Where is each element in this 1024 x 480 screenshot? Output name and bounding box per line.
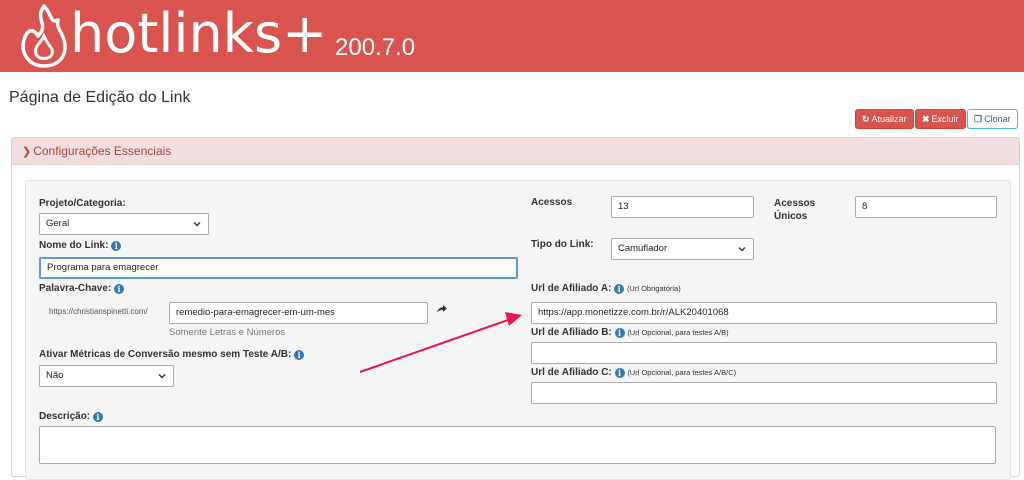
info-icon: i — [614, 368, 625, 378]
metrics-select[interactable]: Não — [39, 365, 174, 387]
link-type-label: Tipo do Link: — [531, 239, 594, 250]
metrics-label-text: Ativar Métricas de Conversão mesmo sem T… — [39, 349, 292, 360]
affiliate-c-input[interactable] — [531, 382, 997, 404]
domain-prefix: https://christianspinetti.com/ — [49, 307, 148, 316]
chevron-down-icon: ❯ — [22, 146, 32, 158]
info-icon: i — [614, 328, 625, 338]
clone-button[interactable]: ❐ Clonar — [967, 109, 1018, 129]
project-label: Projeto/Categoria: — [39, 198, 126, 209]
info-icon: i — [92, 412, 103, 422]
share-arrow-icon[interactable] — [436, 304, 448, 314]
keyword-input-value: remedio-para-emagrecer-em-um-mes — [176, 307, 335, 318]
delete-button-label: Excluir — [931, 114, 959, 124]
accesses-field: 13 — [611, 196, 754, 218]
panel-heading-label: Configurações Essenciais — [33, 144, 172, 158]
metrics-select-value: Não — [46, 370, 64, 381]
affiliate-c-label-text: Url de Afiliado C: — [531, 367, 612, 378]
affiliate-c-label: Url de Afiliado C: i (Url Opcional, para… — [531, 367, 736, 378]
page-title: Página de Edição do Link — [9, 89, 191, 106]
chevron-down-icon — [158, 374, 166, 379]
clone-button-label: Clonar — [984, 114, 1011, 124]
description-label-text: Descrição: — [39, 411, 91, 422]
chevron-down-icon — [738, 247, 746, 252]
logo-text: hotlinks+ — [70, 2, 328, 65]
unique-accesses-field: 8 — [855, 196, 997, 218]
link-name-input[interactable]: Programa para emagrecer — [39, 257, 518, 279]
update-button[interactable]: ↻ Atualizar — [855, 109, 914, 129]
accesses-value: 13 — [618, 201, 629, 212]
link-name-label-text: Nome do Link: — [39, 240, 109, 251]
unique-accesses-label-line2: Únicos — [774, 211, 808, 222]
essential-settings-panel: ❯ Configurações Essenciais Projeto/Catego… — [11, 137, 1020, 480]
unique-accesses-label-line1: Acessos — [774, 198, 816, 209]
affiliate-a-input-value: https://app.monetizze.com.br/r/ALK204010… — [538, 307, 729, 318]
affiliate-a-input[interactable]: https://app.monetizze.com.br/r/ALK204010… — [531, 302, 997, 324]
affiliate-a-label: Url de Afiliado A: i (Url Obrigatória) — [531, 283, 681, 294]
info-icon: i — [111, 241, 122, 251]
link-name-label: Nome do Link: i — [39, 240, 122, 251]
link-type-select-value: Camuflador — [618, 243, 668, 254]
unique-accesses-label: Acessos Únicos — [774, 197, 815, 223]
project-select[interactable]: Geral — [39, 213, 209, 235]
description-textarea[interactable] — [39, 426, 996, 464]
project-select-value: Geral — [46, 218, 70, 229]
delete-button[interactable]: ✖ Excluir — [915, 109, 966, 129]
unique-accesses-value: 8 — [862, 201, 868, 212]
keyword-label-text: Palavra-Chave: — [39, 283, 112, 294]
refresh-icon: ↻ — [862, 114, 870, 124]
app-version: 200.7.0 — [335, 34, 416, 61]
flame-logo-icon — [21, 4, 67, 68]
settings-form: Projeto/Categoria: Geral Nome do Link: i… — [25, 180, 1011, 480]
affiliate-a-note: (Url Obrigatória) — [626, 284, 681, 293]
chevron-down-icon — [193, 222, 201, 227]
app-header: hotlinks+ 200.7.0 — [0, 0, 1024, 72]
metrics-label: Ativar Métricas de Conversão mesmo sem T… — [39, 349, 305, 360]
keyword-label: Palavra-Chave: i — [39, 283, 125, 294]
affiliate-b-input[interactable] — [531, 342, 997, 364]
info-icon: i — [294, 350, 305, 360]
affiliate-b-label: Url de Afiliado B: i (Url Opcional, para… — [531, 327, 729, 338]
affiliate-b-label-text: Url de Afiliado B: — [531, 327, 612, 338]
affiliate-c-note: (Url Opcional, para testes A/B/C) — [627, 368, 737, 377]
keyword-help-text: Somente Letras e Números — [169, 327, 286, 338]
keyword-input[interactable]: remedio-para-emagrecer-em-um-mes — [169, 302, 428, 324]
x-icon: ✖ — [922, 114, 930, 124]
info-icon: i — [114, 284, 125, 294]
copy-icon: ❐ — [974, 114, 983, 124]
link-name-input-value: Programa para emagrecer — [47, 262, 159, 273]
description-label: Descrição: i — [39, 411, 103, 422]
update-button-label: Atualizar — [871, 114, 907, 124]
accesses-label: Acessos — [531, 197, 573, 208]
panel-heading[interactable]: ❯ Configurações Essenciais — [12, 138, 1019, 165]
info-icon: i — [614, 284, 625, 294]
affiliate-a-label-text: Url de Afiliado A: — [531, 283, 612, 294]
link-type-select[interactable]: Camuflador — [611, 238, 754, 260]
affiliate-b-note: (Url Opcional, para testes A/B) — [627, 328, 729, 337]
